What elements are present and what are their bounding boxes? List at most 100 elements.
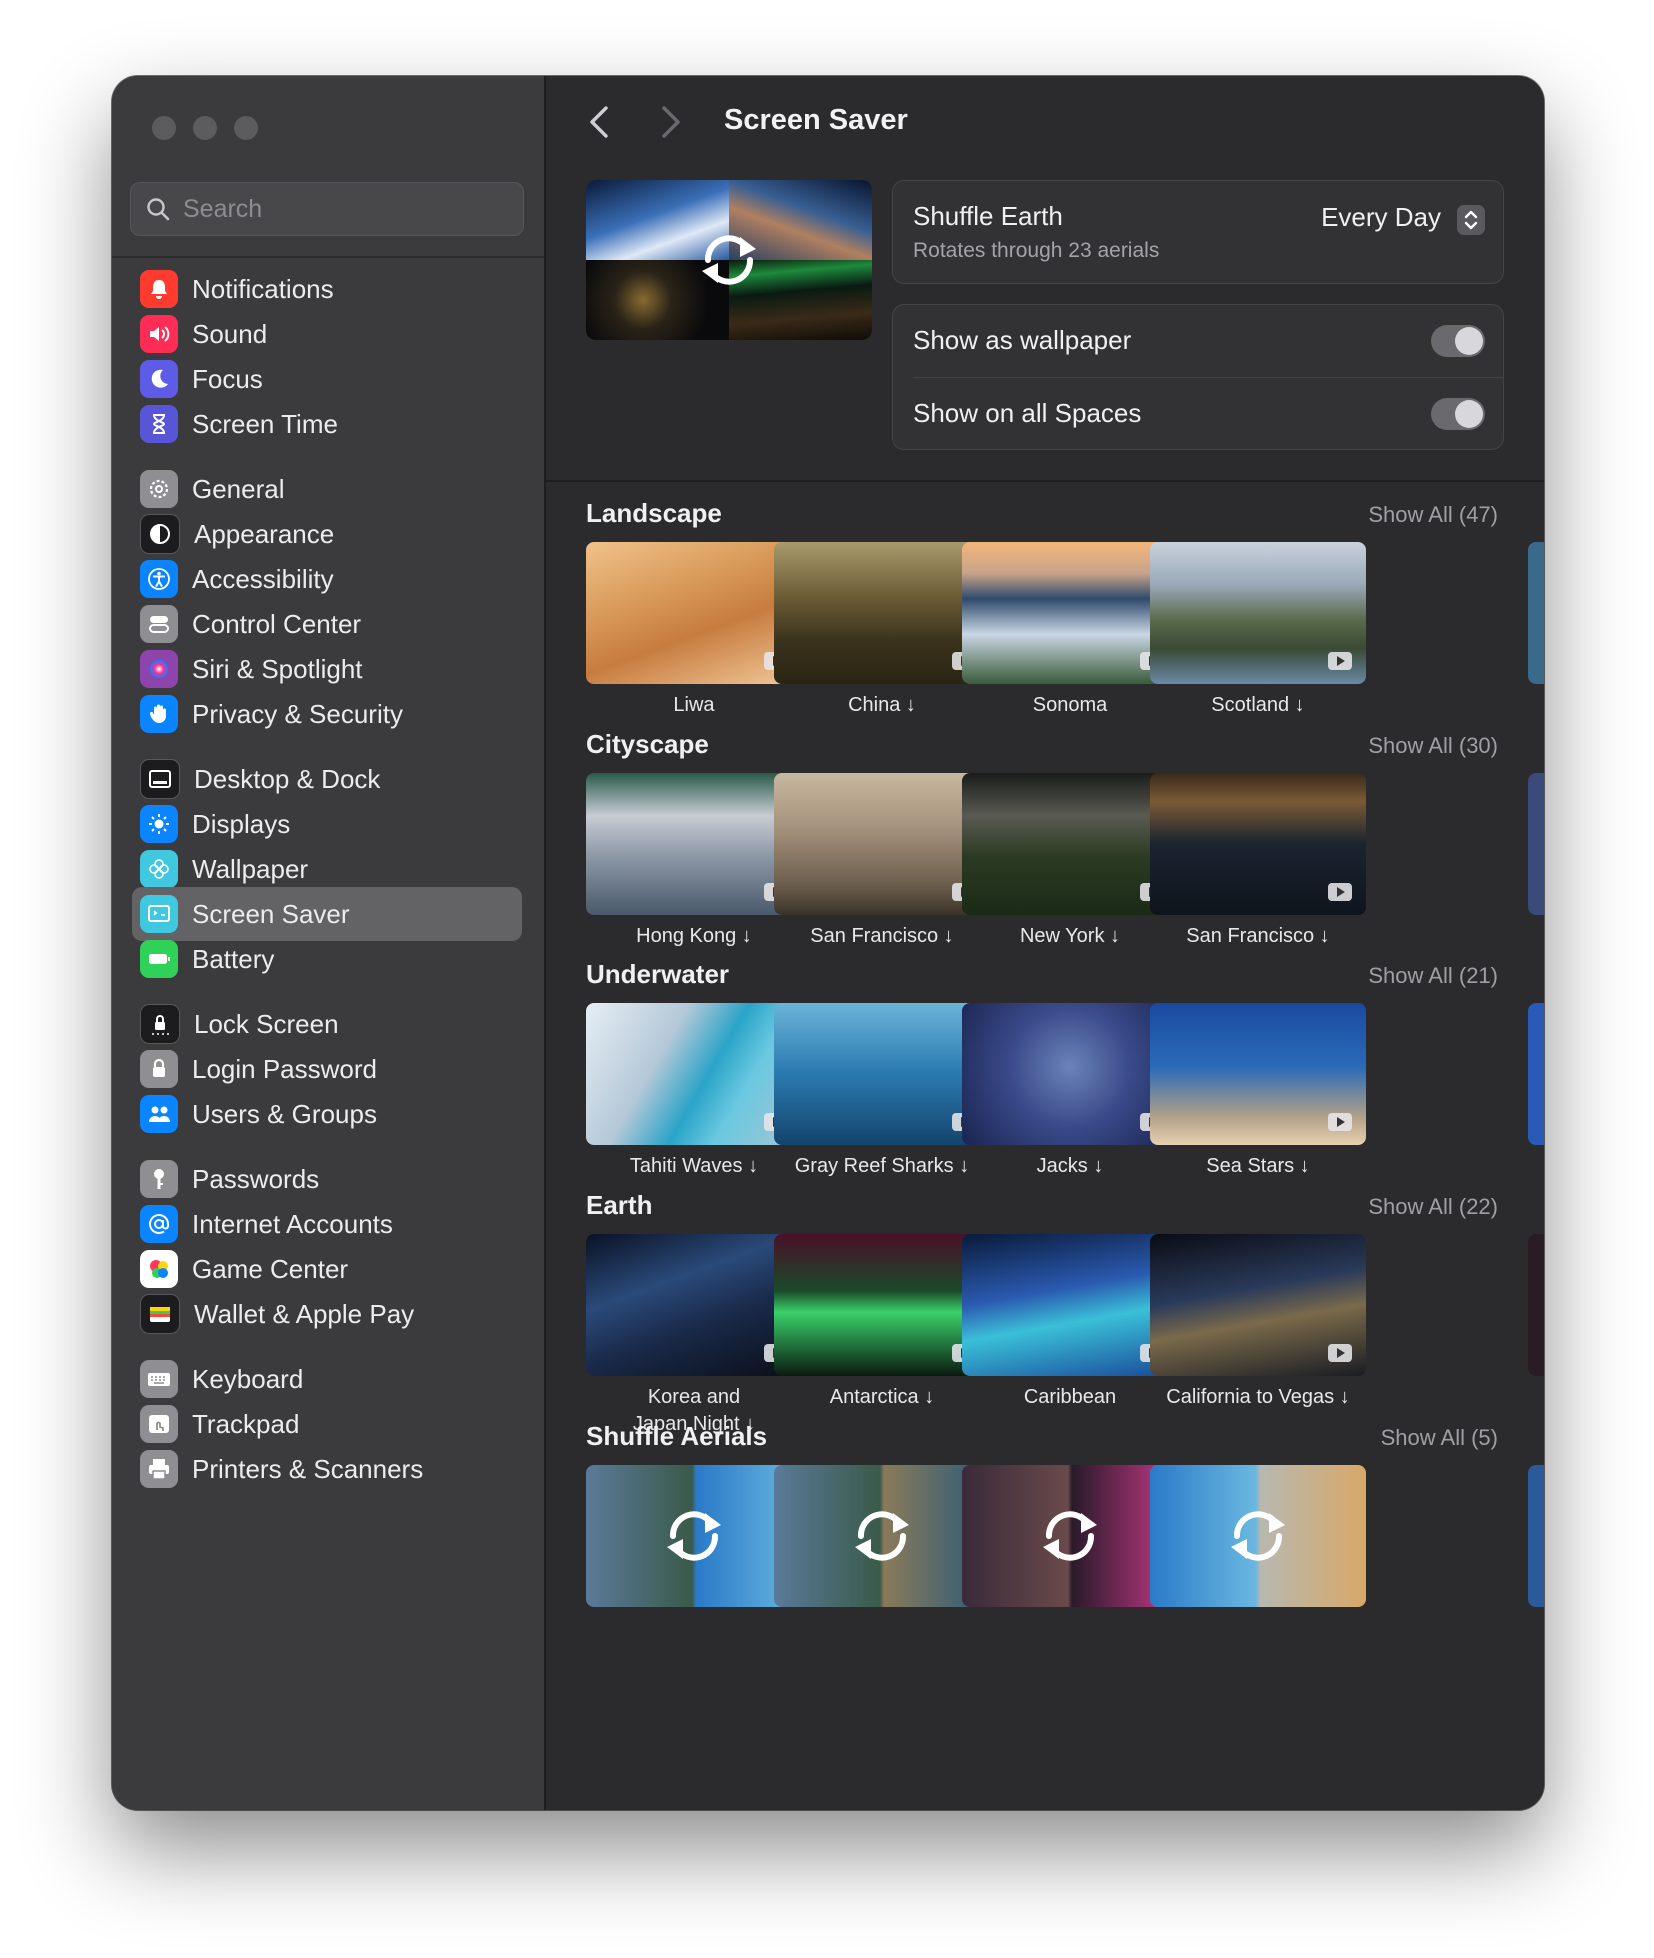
- forward-chevron-icon[interactable]: [652, 102, 688, 142]
- play-icon: [1328, 1113, 1352, 1131]
- screensaver-tile[interactable]: Tahiti Waves ↓: [586, 1003, 802, 1180]
- tile-caption: Liwa: [673, 694, 715, 716]
- screensaver-thumbnail-partial[interactable]: [1528, 1234, 1544, 1376]
- screensaver-thumbnail-partial[interactable]: [1528, 1465, 1544, 1607]
- screensaver-tile[interactable]: [1150, 1465, 1366, 1607]
- screensaver-tile[interactable]: Sea Stars ↓: [1150, 1003, 1366, 1180]
- sidebar-item-printers-scanners[interactable]: Printers & Scanners: [132, 1442, 522, 1496]
- search-field[interactable]: [130, 182, 524, 236]
- show-all-button[interactable]: Show All (47): [1206, 502, 1498, 528]
- tile-caption: Hong Kong ↓: [636, 925, 752, 947]
- lock-icon: [140, 1050, 178, 1088]
- screensaver-thumbnail[interactable]: [586, 1465, 802, 1607]
- screensaver-tile[interactable]: China ↓: [774, 542, 990, 719]
- sidebar-item-users-groups[interactable]: Users & Groups: [132, 1087, 522, 1141]
- lock-screen-icon: [140, 1004, 180, 1044]
- sidebar-item-battery[interactable]: Battery: [132, 932, 522, 986]
- switch-knob: [1455, 327, 1483, 355]
- sidebar: Notifications Sound Focus Screen Time Genera…: [112, 76, 546, 1810]
- sidebar-item-screen-time[interactable]: Screen Time: [132, 397, 522, 451]
- screensaver-thumbnail[interactable]: [774, 773, 990, 915]
- current-screensaver-preview[interactable]: [586, 180, 872, 340]
- screensaver-thumbnail[interactable]: [1150, 773, 1366, 915]
- screensaver-tile[interactable]: California to Vegas ↓: [1150, 1234, 1366, 1411]
- screensaver-tile[interactable]: Caribbean: [962, 1234, 1178, 1411]
- dock-icon: [140, 759, 180, 799]
- moon-icon: [140, 360, 178, 398]
- sidebar-item-label: Screen Time: [192, 408, 338, 439]
- screensaver-thumbnail-partial[interactable]: [1528, 1003, 1544, 1145]
- screensaver-thumbnail-partial[interactable]: [1528, 542, 1544, 684]
- bell-icon: [140, 270, 178, 308]
- screensaver-tile[interactable]: Korea and Japan Night ↓: [586, 1234, 802, 1438]
- show-all-button[interactable]: Show All (22): [1206, 1194, 1498, 1220]
- show-all-button[interactable]: Show All (30): [1206, 733, 1498, 759]
- tile-caption: San Francisco ↓: [810, 925, 954, 947]
- zoom-window-button[interactable]: [234, 116, 258, 140]
- sidebar-item-privacy-security[interactable]: Privacy & Security: [132, 687, 522, 741]
- frequency-popup[interactable]: Every Day: [1321, 202, 1441, 233]
- screensaver-thumbnail[interactable]: [1150, 1003, 1366, 1145]
- search-input[interactable]: [181, 193, 515, 225]
- tile-caption: New York ↓: [1019, 925, 1121, 947]
- screensaver-thumbnail[interactable]: [962, 1465, 1178, 1607]
- toolbar: Screen Saver: [546, 76, 1544, 166]
- show-all-button[interactable]: Show All (21): [1206, 963, 1498, 989]
- wallet-icon: [140, 1294, 180, 1334]
- toggle-label: Show on all Spaces: [913, 398, 1142, 428]
- sidebar-item-label: Login Password: [192, 1053, 377, 1084]
- screensaver-tile[interactable]: San Francisco ↓: [774, 773, 990, 950]
- screensaver-tile[interactable]: Hong Kong ↓: [586, 773, 802, 950]
- screensaver-thumbnail[interactable]: [962, 773, 1178, 915]
- screensaver-thumbnail[interactable]: [962, 1234, 1178, 1376]
- sidebar-item-label: Privacy & Security: [192, 698, 403, 729]
- toggles-card: Show as wallpaper Show on all Spaces: [892, 304, 1504, 450]
- settings-window: Notifications Sound Focus Screen Time Genera…: [112, 76, 1544, 1810]
- sidebar-item-label: Appearance: [194, 518, 335, 549]
- screensaver-tile[interactable]: New York ↓: [962, 773, 1178, 950]
- screensaver-thumbnail[interactable]: [586, 773, 802, 915]
- close-window-button[interactable]: [152, 116, 176, 140]
- sidebar-item-wallet-apple-pay[interactable]: Wallet & Apple Pay: [132, 1287, 522, 1341]
- play-icon: [1328, 652, 1352, 670]
- screensaver-thumbnail[interactable]: [1150, 1465, 1366, 1607]
- screensaver-thumbnail[interactable]: [774, 1234, 990, 1376]
- shuffle-icon: [1043, 1511, 1097, 1561]
- screensaver-thumbnail[interactable]: [774, 1465, 990, 1607]
- screensaver-thumbnail[interactable]: [586, 542, 802, 684]
- sidebar-item-label: Desktop & Dock: [194, 763, 381, 794]
- keyboard-icon: [140, 1360, 178, 1398]
- screensaver-tile[interactable]: Jacks ↓: [962, 1003, 1178, 1180]
- sidebar-item-label: General: [192, 473, 285, 504]
- screensaver-thumbnail[interactable]: [1150, 542, 1366, 684]
- section-title: Underwater: [586, 959, 730, 989]
- section-title: Cityscape: [586, 729, 709, 759]
- screensaver-thumbnail[interactable]: [774, 1003, 990, 1145]
- screensaver-thumbnail[interactable]: [586, 1003, 802, 1145]
- frequency-stepper[interactable]: [1457, 205, 1485, 235]
- show-as-wallpaper-switch[interactable]: [1431, 325, 1485, 357]
- minimize-window-button[interactable]: [193, 116, 217, 140]
- screensaver-thumbnail[interactable]: [962, 1003, 1178, 1145]
- screensaver-tile[interactable]: San Francisco ↓: [1150, 773, 1366, 950]
- back-chevron-icon[interactable]: [582, 102, 618, 142]
- screensaver-tile[interactable]: [774, 1465, 990, 1607]
- screensaver-tile[interactable]: Sonoma: [962, 542, 1178, 719]
- screensaver-tile[interactable]: [962, 1465, 1178, 1607]
- screensaver-tile[interactable]: Scotland ↓: [1150, 542, 1366, 719]
- shuffle-icon: [667, 1511, 721, 1561]
- screensaver-tile[interactable]: Antarctica ↓: [774, 1234, 990, 1411]
- screensaver-tile[interactable]: Liwa: [586, 542, 802, 719]
- screensaver-tile[interactable]: Gray Reef Sharks ↓: [774, 1003, 990, 1180]
- battery-icon: [140, 940, 178, 978]
- screensaver-tile[interactable]: [586, 1465, 802, 1607]
- sidebar-item-label: Battery: [192, 943, 275, 974]
- show-on-all-spaces-switch[interactable]: [1431, 398, 1485, 430]
- screensaver-thumbnail-partial[interactable]: [1528, 773, 1544, 915]
- screensaver-thumbnail[interactable]: [1150, 1234, 1366, 1376]
- show-all-button[interactable]: Show All (5): [1206, 1425, 1498, 1451]
- shuffle-icon: [1231, 1511, 1285, 1561]
- screensaver-thumbnail[interactable]: [774, 542, 990, 684]
- screensaver-thumbnail[interactable]: [962, 542, 1178, 684]
- screensaver-thumbnail[interactable]: [586, 1234, 802, 1376]
